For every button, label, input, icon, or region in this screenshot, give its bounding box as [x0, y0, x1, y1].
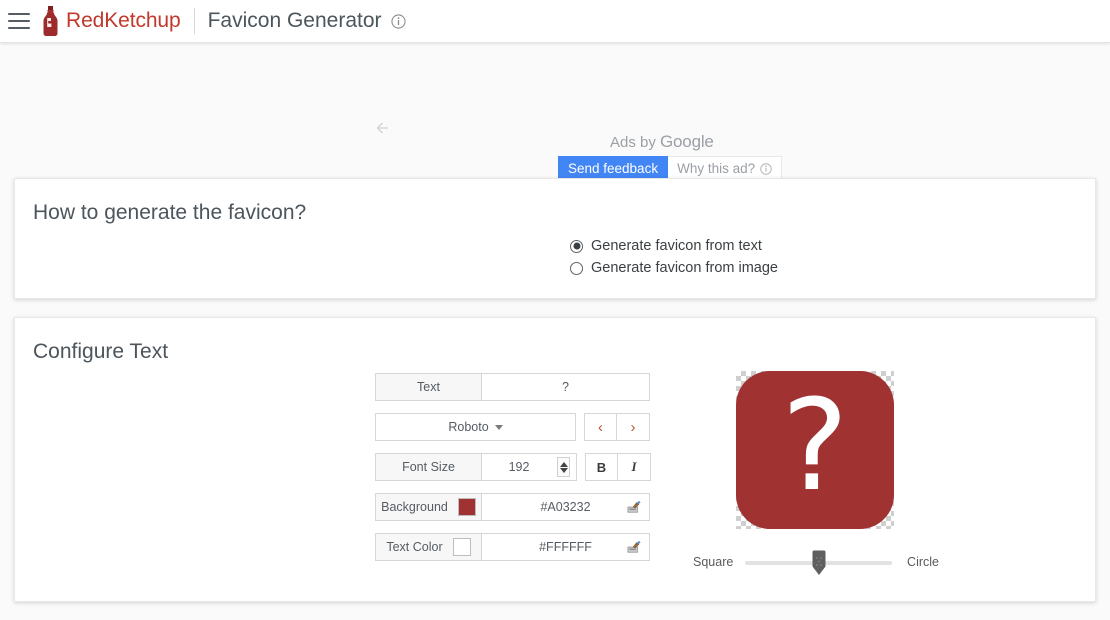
ads-container: Ads by Google Send feedback Why this ad? — [0, 44, 1110, 181]
radio-generate-from-text[interactable]: Generate favicon from text — [570, 235, 778, 257]
background-row: Background #A03232 — [375, 493, 651, 521]
bold-button[interactable]: B — [585, 453, 618, 481]
text-color-label-cell: Text Color — [375, 533, 482, 561]
radio-label-from-text: Generate favicon from text — [591, 238, 762, 254]
radio-indicator-unselected[interactable] — [570, 261, 583, 275]
arrow-left-icon[interactable] — [374, 120, 390, 136]
info-circle-icon[interactable] — [390, 13, 406, 29]
text-row: Text ? — [375, 373, 651, 401]
color-picker-icon[interactable] — [627, 500, 641, 514]
text-color-input[interactable]: #FFFFFF — [482, 533, 650, 561]
text-label: Text — [375, 373, 482, 401]
slider-label-square: Square — [693, 555, 734, 569]
slider-track[interactable] — [745, 550, 892, 575]
brand-name[interactable]: RedKetchup — [66, 9, 181, 33]
page-title: Favicon Generator — [207, 9, 382, 32]
favicon-preview: ? — [736, 371, 894, 529]
stepper-down-arrow[interactable] — [559, 467, 568, 473]
hamburger-bar — [8, 27, 30, 29]
stepper-up-arrow[interactable] — [559, 461, 568, 467]
slider-label-circle: Circle — [907, 555, 939, 569]
chevron-down-icon — [494, 424, 503, 430]
font-size-value: 192 — [508, 460, 530, 474]
font-size-input[interactable]: 192 — [482, 453, 577, 481]
color-picker-icon[interactable] — [627, 540, 641, 554]
favicon-preview-shape: ? — [736, 371, 894, 529]
background-label-cell: Background — [375, 493, 482, 521]
favicon-preview-glyph: ? — [781, 372, 849, 519]
font-size-row: Font Size 192 B I — [375, 453, 651, 481]
background-color-swatch[interactable] — [457, 498, 476, 516]
font-family-dropdown[interactable]: Roboto — [375, 413, 576, 441]
font-size-label: Font Size — [375, 453, 482, 481]
app-header: RedKetchup Favicon Generator — [0, 0, 1110, 43]
background-color-input[interactable]: #A03232 — [482, 493, 650, 521]
text-color-row: Text Color #FFFFFF — [375, 533, 651, 561]
text-color-value: #FFFFFF — [539, 540, 592, 554]
header-divider — [193, 8, 195, 34]
background-label: Background — [381, 500, 448, 514]
italic-button[interactable]: I — [618, 453, 651, 481]
background-color-value: #A03232 — [540, 500, 591, 514]
ketchup-bottle-logo[interactable] — [42, 6, 59, 36]
hamburger-bar — [8, 20, 30, 22]
radio-indicator-selected[interactable] — [570, 239, 583, 253]
number-stepper-icon[interactable] — [557, 457, 570, 477]
radio-label-from-image: Generate favicon from image — [591, 260, 778, 276]
hamburger-bar — [8, 13, 30, 15]
ads-by-google-label: Ads by Google — [610, 132, 714, 152]
slider-handle-icon[interactable] — [810, 550, 827, 576]
hamburger-menu-icon[interactable] — [8, 13, 30, 29]
radio-generate-from-image[interactable]: Generate favicon from image — [570, 257, 778, 279]
ads-by-prefix: Ads by — [610, 134, 661, 151]
italic-label: I — [631, 459, 637, 474]
font-prev-button[interactable]: ‹ — [584, 413, 617, 441]
font-row: Roboto ‹ › — [375, 413, 651, 441]
text-input[interactable]: ? — [482, 373, 650, 401]
shape-slider[interactable]: Square Circle — [693, 548, 939, 578]
generation-mode-radio-group: Generate favicon from text Generate favi… — [570, 235, 778, 279]
how-to-generate-card: How to generate the favicon? Generate fa… — [14, 178, 1096, 299]
info-circle-icon — [760, 162, 772, 175]
font-family-value: Roboto — [448, 420, 489, 434]
how-to-generate-title: How to generate the favicon? — [33, 201, 307, 224]
font-next-button[interactable]: › — [617, 413, 650, 441]
configure-text-title: Configure Text — [33, 340, 169, 363]
text-color-swatch[interactable] — [452, 538, 471, 556]
bold-label: B — [596, 459, 607, 475]
text-color-label: Text Color — [386, 540, 443, 554]
chevron-right-icon: › — [630, 418, 636, 436]
why-this-ad-label: Why this ad? — [677, 161, 756, 176]
google-wordmark: Google — [660, 132, 714, 151]
configure-form: Text ? Roboto ‹ › Font Size 192 B I Back… — [375, 373, 651, 573]
chevron-left-icon: ‹ — [598, 418, 603, 436]
